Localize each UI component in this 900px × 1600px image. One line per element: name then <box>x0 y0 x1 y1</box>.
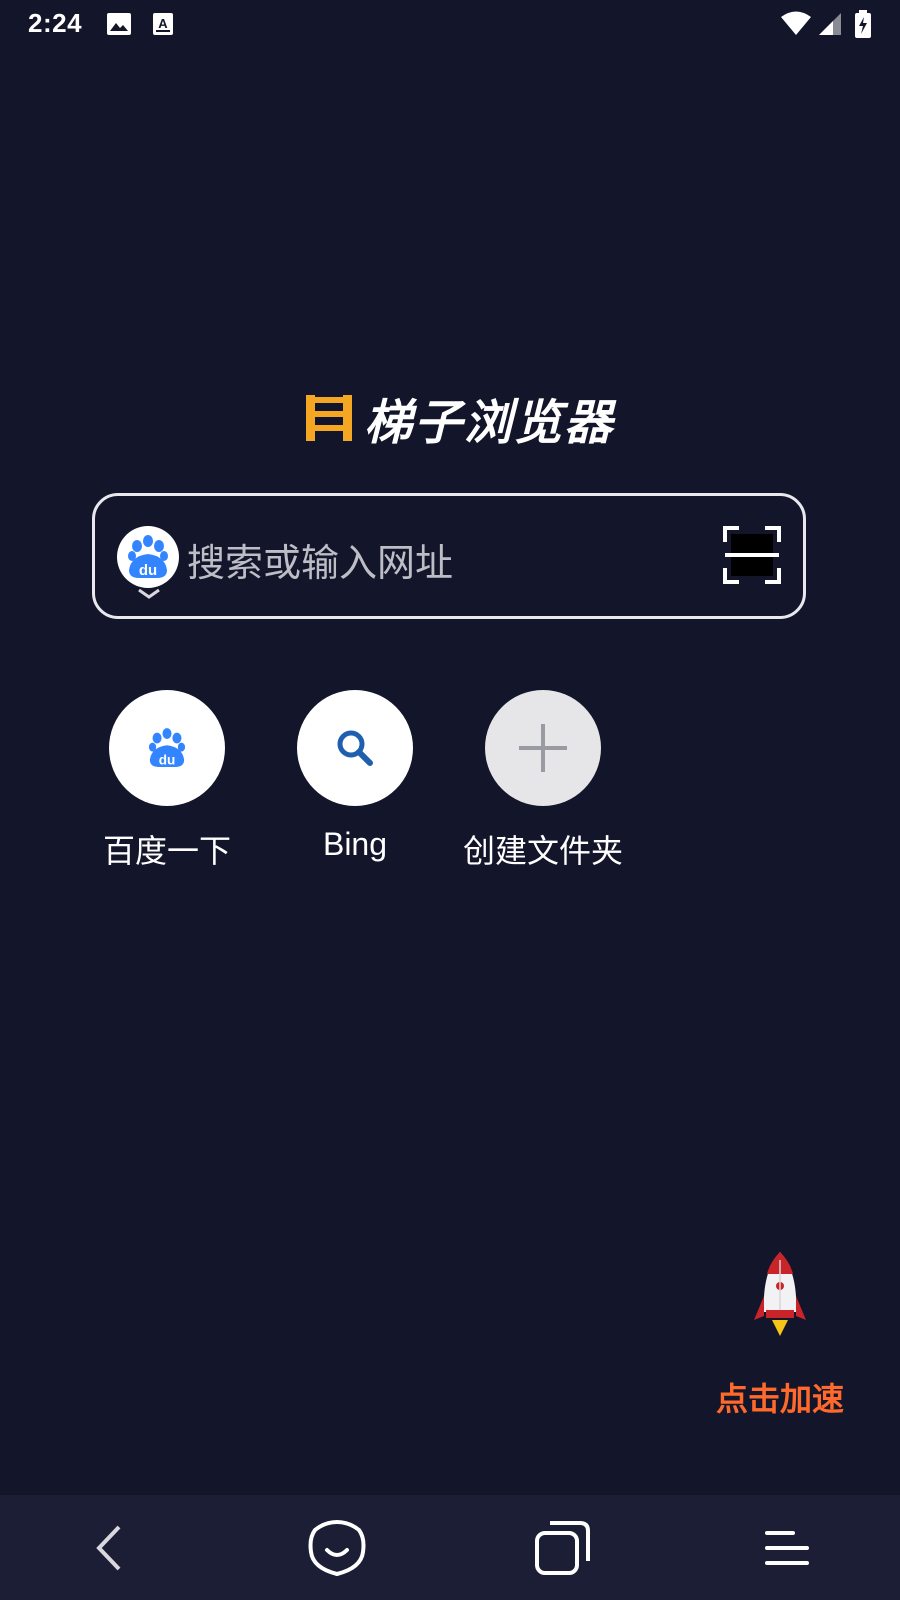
back-button[interactable] <box>76 1515 142 1581</box>
chevron-down-icon[interactable] <box>137 588 161 600</box>
image-icon <box>107 13 131 35</box>
search-icon <box>337 730 373 766</box>
svg-text:du: du <box>139 562 157 579</box>
svg-text:A: A <box>158 16 168 31</box>
search-input[interactable]: 搜索或输入网址 <box>187 532 453 587</box>
tabs-icon <box>535 1521 590 1575</box>
menu-icon <box>765 1531 809 1565</box>
a-text-icon: A <box>153 13 173 35</box>
svg-text:du: du <box>159 752 176 767</box>
menu-button[interactable] <box>754 1515 820 1581</box>
baidu-paw-icon: du <box>148 728 186 767</box>
shortcut-baidu-circle[interactable]: du <box>109 690 225 806</box>
home-face-icon <box>308 1519 366 1577</box>
boost-label[interactable]: 点击加速 <box>700 1374 860 1420</box>
search-bar[interactable]: du 搜索或输入网址 <box>92 493 806 619</box>
rocket-icon[interactable] <box>750 1250 810 1340</box>
battery-charging-icon <box>855 10 871 38</box>
status-time: 2:24 <box>28 8 83 38</box>
bottom-nav <box>0 1495 900 1600</box>
home-button[interactable] <box>304 1515 370 1581</box>
app-logo: 梯子浏览器 <box>304 390 614 451</box>
shortcut-create-folder-circle[interactable] <box>485 690 601 806</box>
status-bar: 2:24 A <box>0 0 900 50</box>
shortcut-label: 百度一下 <box>102 832 231 870</box>
shortcut-label: Bing <box>322 826 388 862</box>
shortcut-label: 创建文件夹 <box>462 832 623 870</box>
shortcut-bing[interactable]: Bing <box>260 690 450 863</box>
plus-icon <box>519 724 567 772</box>
baidu-paw-icon[interactable]: du <box>117 526 179 588</box>
tabs-button[interactable] <box>530 1515 596 1581</box>
shortcut-bing-circle[interactable] <box>297 690 413 806</box>
shortcut-baidu[interactable]: du 百度一下 <box>72 690 262 872</box>
signal-icon <box>819 13 841 35</box>
ladder-logo-icon <box>306 395 352 441</box>
back-icon <box>96 1525 121 1571</box>
wifi-icon <box>781 11 811 35</box>
scan-icon[interactable] <box>723 526 781 584</box>
shortcut-create-folder[interactable]: 创建文件夹 <box>448 690 638 872</box>
boost-button[interactable]: 点击加速 <box>700 1250 860 1420</box>
app-title: 梯子浏览器 <box>364 395 615 451</box>
